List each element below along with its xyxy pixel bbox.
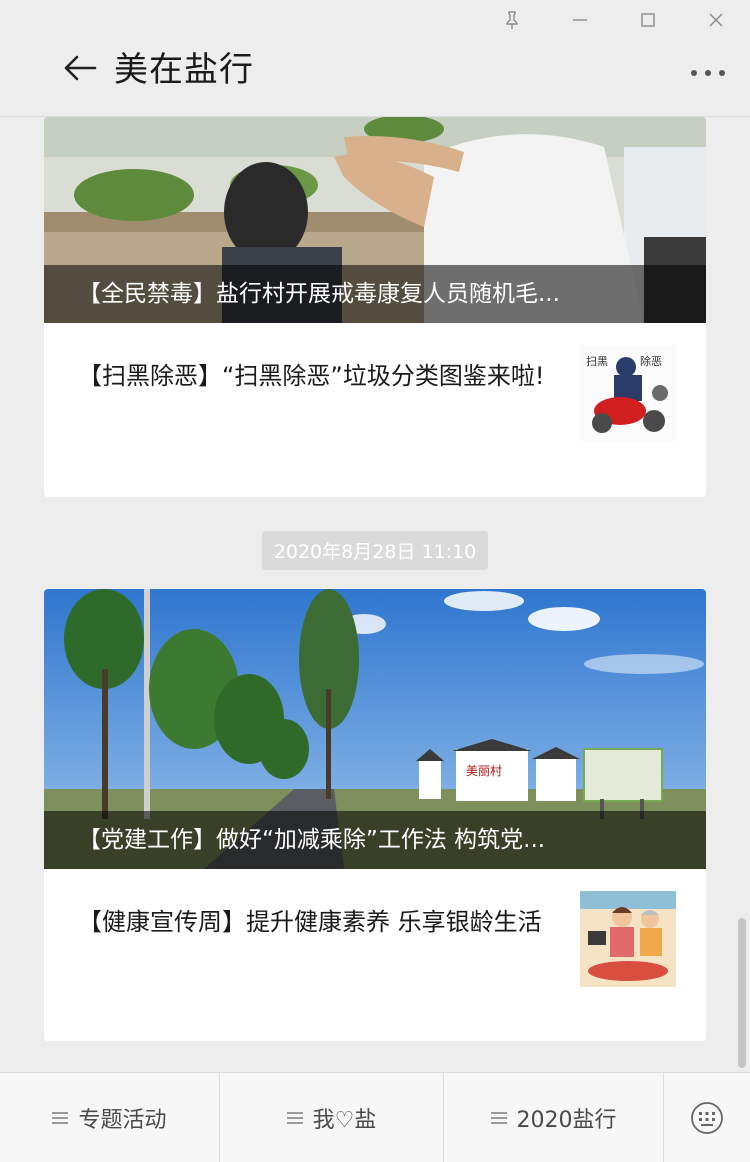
menu-lines-icon [490, 1109, 507, 1127]
article-list-item[interactable]: 【扫黑除恶】“扫黑除恶”垃圾分类图鉴来啦! 扫黑 除恶 [44, 323, 706, 493]
maximize-icon[interactable] [614, 0, 682, 40]
menu-lines-icon [286, 1109, 303, 1127]
menu-tab-label: 专题活动 [78, 1107, 167, 1133]
menu-tab-special-events[interactable]: 专题活动 [0, 1073, 220, 1162]
window-controls [478, 0, 750, 40]
article-list-item[interactable]: 【健康宣传周】提升健康素养 乐享银龄生活 [44, 869, 706, 1039]
arrow-left-icon [64, 55, 97, 81]
thumb-label-right: 除恶 [640, 354, 662, 368]
sign-text: 美丽村 [466, 764, 502, 778]
scrollbar-thumb[interactable] [738, 918, 746, 1068]
article-thumbnail: 扫黑 除恶 [580, 345, 676, 441]
keyboard-icon [691, 1101, 723, 1134]
menu-lines-icon [52, 1109, 69, 1127]
menu-tab-label: 我♡盐 [312, 1107, 377, 1133]
menu-tab-i-love-yan[interactable]: 我♡盐 [220, 1073, 444, 1162]
cover-caption: 【党建工作】做好“加减乘除”工作法 构筑党... [44, 811, 706, 869]
article-thumbnail [580, 891, 676, 987]
article-title: 【健康宣传周】提升健康素养 乐享银龄生活 [78, 908, 542, 936]
pin-icon[interactable] [478, 0, 546, 40]
menu-tab-2020-yanxing[interactable]: 2020盐行 [444, 1073, 664, 1162]
more-dots-icon [691, 70, 725, 76]
page-title: 美在盐行 [114, 50, 254, 90]
more-button[interactable] [686, 58, 730, 88]
back-button[interactable] [58, 46, 102, 90]
keyboard-toggle-button[interactable] [664, 1073, 750, 1162]
article-card: 【全民禁毒】盐行村开展戒毒康复人员随机毛... 【扫黑除恶】“扫黑除恶”垃圾分类… [44, 117, 706, 497]
cover-article[interactable]: 美丽村 【党建工作】做好“加减乘除”工作法 构筑党... [44, 589, 706, 869]
cover-article[interactable]: 【全民禁毒】盐行村开展戒毒康复人员随机毛... [44, 117, 706, 323]
message-list[interactable]: 【全民禁毒】盐行村开展戒毒康复人员随机毛... 【扫黑除恶】“扫黑除恶”垃圾分类… [0, 117, 750, 1072]
thumb-label-left: 扫黑 [586, 355, 608, 368]
timestamp: 2020年8月28日 11:10 [261, 531, 489, 570]
minimize-icon[interactable] [546, 0, 614, 40]
menu-tab-label: 2020盐行 [516, 1107, 617, 1133]
cover-caption: 【全民禁毒】盐行村开展戒毒康复人员随机毛... [44, 265, 706, 323]
timestamp-row: 2020年8月28日 11:10 [0, 531, 750, 570]
article-title: 【扫黑除恶】“扫黑除恶”垃圾分类图鉴来啦! [78, 362, 545, 390]
close-icon[interactable] [682, 0, 750, 40]
article-card: 美丽村 【党建工作】做好“加减乘除”工作法 构筑党... 【健康宣传周】提升健康… [44, 589, 706, 1041]
chat-header: 美在盐行 [0, 0, 750, 117]
bottom-menu-bar: 专题活动 我♡盐 2020盐行 [0, 1072, 750, 1162]
